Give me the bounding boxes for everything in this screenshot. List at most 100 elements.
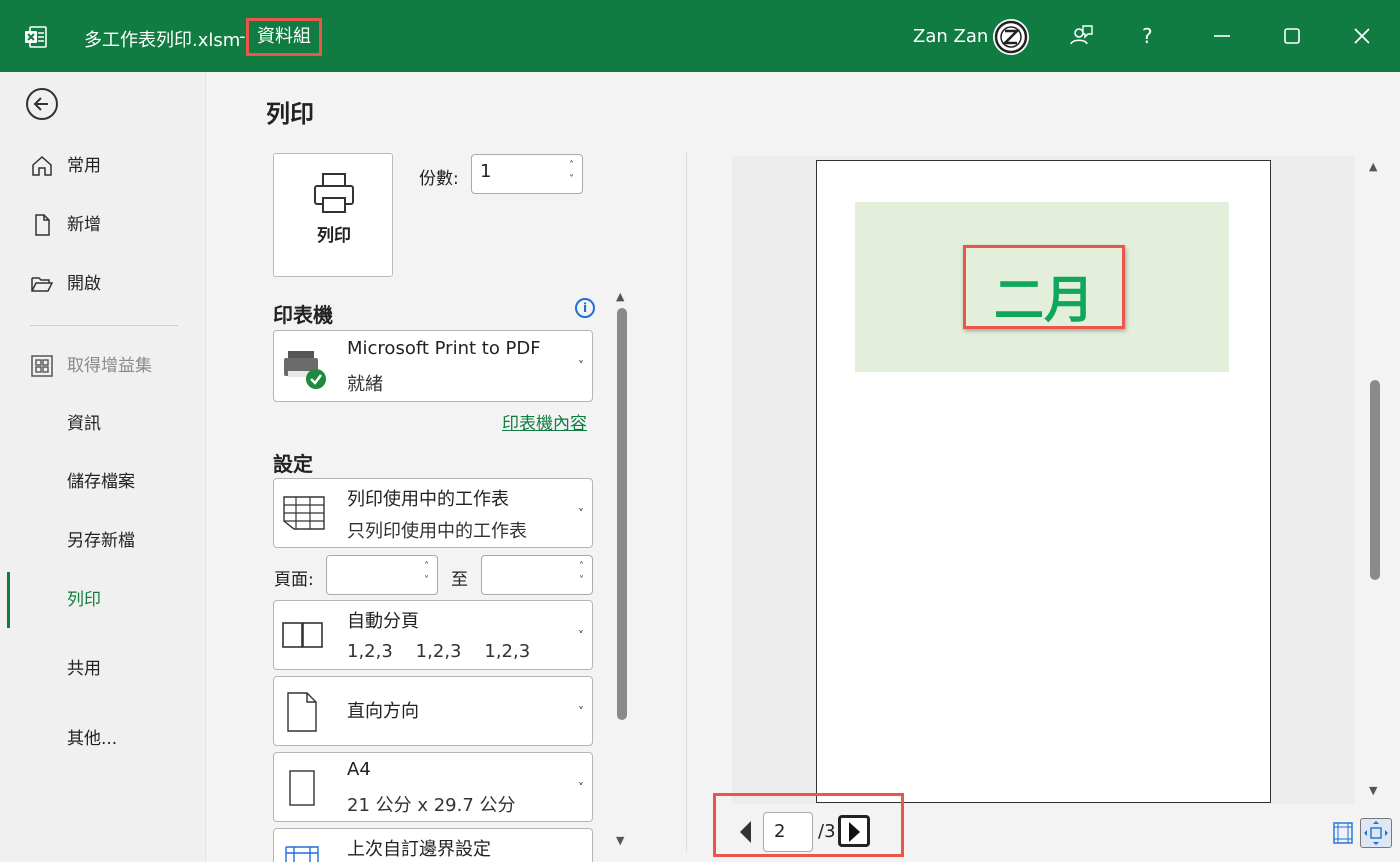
pages-label: 頁面: [274, 570, 314, 590]
maximize-icon[interactable] [1278, 22, 1306, 50]
title-bar: 多工作表列印.xlsm - 資料組 Zan Zan ? [0, 0, 1400, 72]
margins-title: 上次自訂邊界設定 [347, 839, 491, 860]
settings-scrollbar[interactable]: ▲ ▼ [612, 286, 632, 854]
title-separator: - [239, 26, 246, 47]
copies-stepper[interactable]: 1 ˄ ˅ [471, 154, 583, 194]
new-file-icon [35, 214, 50, 236]
printer-icon [314, 173, 354, 213]
print-scope-desc: 只列印使用中的工作表 [347, 521, 527, 542]
chevron-down-icon: ˅ [578, 705, 584, 719]
nav-item-label: 另存新檔 [67, 531, 135, 551]
nav-divider [30, 325, 178, 326]
nav-item-info[interactable]: 資訊 [0, 404, 206, 444]
preview-scrollbar[interactable]: ▲ ▼ [1364, 156, 1386, 804]
collate-pages-icon [282, 622, 323, 648]
collate-title: 自動分頁 [347, 611, 419, 632]
print-scope-select[interactable]: 列印使用中的工作表 只列印使用中的工作表 ˅ [273, 478, 593, 548]
stepper-arrows-icon[interactable]: ˄ ˅ [579, 560, 584, 588]
printer-ready-icon [284, 351, 326, 389]
margins-select[interactable]: 上次自訂邊界設定 [273, 828, 593, 862]
chevron-down-icon: ˅ [578, 629, 584, 643]
nav-item-new[interactable]: 新增 [0, 205, 206, 245]
current-page-input[interactable]: 2 [763, 812, 813, 852]
group-label: 資料組 [246, 18, 322, 56]
printer-section-title: 印表機 [273, 303, 333, 327]
nav-item-save-as[interactable]: 另存新檔 [0, 521, 206, 561]
to-label: 至 [451, 570, 468, 590]
folder-open-icon [31, 277, 54, 292]
active-indicator [7, 572, 10, 628]
zoom-to-page-icon [1364, 821, 1388, 845]
nav-item-home[interactable]: 常用 [0, 146, 206, 186]
chevron-down-icon: ˅ [578, 507, 584, 521]
info-icon[interactable]: i [575, 298, 595, 318]
chevron-down-icon: ˅ [578, 359, 584, 373]
printer-properties-link[interactable]: 印表機內容 [502, 409, 587, 434]
printer-name: Microsoft Print to PDF [347, 338, 541, 359]
paper-size-icon [289, 770, 315, 806]
print-scope-title: 列印使用中的工作表 [347, 489, 509, 510]
total-pages: /3 [818, 821, 836, 842]
scrollbar-thumb[interactable] [1370, 380, 1380, 580]
close-icon[interactable] [1348, 22, 1376, 50]
avatar-logo-icon [994, 20, 1028, 54]
sheet-grid-icon [283, 496, 325, 530]
copies-value: 1 [480, 161, 492, 182]
nav-item-share[interactable]: 共用 [0, 649, 206, 689]
back-button[interactable] [26, 88, 58, 120]
avatar[interactable] [993, 19, 1029, 55]
scroll-down-icon[interactable]: ▼ [1369, 784, 1377, 797]
nav-item-label: 其他... [67, 729, 118, 749]
nav-item-label: 共用 [67, 659, 101, 679]
collate-select[interactable]: 自動分頁 1,2,3 1,2,3 1,2,3 ˅ [273, 600, 593, 670]
nav-item-label: 開啟 [67, 274, 101, 294]
nav-item-label: 常用 [67, 156, 101, 176]
scrollbar-thumb[interactable] [617, 308, 627, 720]
margins-icon [285, 846, 319, 862]
page-to-stepper[interactable]: ˄ ˅ [481, 555, 593, 595]
orientation-select[interactable]: 直向方向 ˅ [273, 676, 593, 746]
user-name[interactable]: Zan Zan [913, 26, 988, 47]
paper-size-desc: 21 公分 x 29.7 公分 [347, 795, 516, 816]
next-page-button[interactable] [838, 815, 870, 847]
nav-item-label: 列印 [67, 590, 101, 610]
paper-size-title: A4 [347, 759, 371, 780]
printer-status: 就緒 [347, 374, 383, 395]
portrait-page-icon [287, 692, 317, 732]
nav-item-save[interactable]: 儲存檔案 [0, 462, 206, 502]
printer-select[interactable]: Microsoft Print to PDF 就緒 ˅ [273, 330, 593, 402]
arrow-left-icon [33, 97, 48, 111]
add-ins-icon [31, 355, 53, 377]
nav-item-label: 新增 [67, 215, 101, 235]
show-margins-icon[interactable] [1333, 822, 1353, 844]
chevron-down-icon: ˅ [578, 781, 584, 795]
nav-item-add-ins: 取得增益集 [0, 346, 206, 386]
document-title: 多工作表列印.xlsm [84, 30, 241, 51]
preview-cell-text: 二月 [994, 271, 1094, 329]
preview-highlight-box: 二月 [963, 245, 1125, 329]
scroll-down-icon[interactable]: ▼ [616, 834, 624, 847]
pane-divider [686, 152, 687, 852]
scroll-up-icon[interactable]: ▲ [1369, 160, 1377, 173]
zoom-to-page-button[interactable] [1360, 818, 1392, 848]
collate-desc: 1,2,3 1,2,3 1,2,3 [347, 641, 531, 662]
help-icon[interactable]: ? [1142, 24, 1153, 48]
copies-label: 份數: [419, 169, 459, 189]
stepper-arrows-icon[interactable]: ˄ ˅ [569, 159, 574, 187]
coauthor-feedback-icon[interactable] [1067, 22, 1095, 50]
previous-page-icon[interactable] [740, 821, 751, 843]
nav-item-label: 資訊 [67, 414, 101, 434]
nav-item-label: 儲存檔案 [67, 472, 135, 492]
print-button-label: 列印 [317, 226, 351, 246]
print-button[interactable]: 列印 [273, 153, 393, 277]
page-from-stepper[interactable]: ˄ ˅ [326, 555, 438, 595]
nav-item-print[interactable]: 列印 [0, 572, 206, 628]
settings-section-title: 設定 [273, 452, 313, 476]
stepper-arrows-icon[interactable]: ˄ ˅ [424, 560, 429, 588]
nav-item-more[interactable]: 其他... [0, 719, 206, 759]
minimize-icon[interactable] [1208, 22, 1236, 50]
backstage-nav: 常用 新增 開啟 取得增益集 資訊 儲存檔案 另存新檔 列印 共用 其他... [0, 72, 206, 862]
scroll-up-icon[interactable]: ▲ [616, 290, 624, 303]
paper-size-select[interactable]: A4 21 公分 x 29.7 公分 ˅ [273, 752, 593, 822]
nav-item-open[interactable]: 開啟 [0, 264, 206, 304]
